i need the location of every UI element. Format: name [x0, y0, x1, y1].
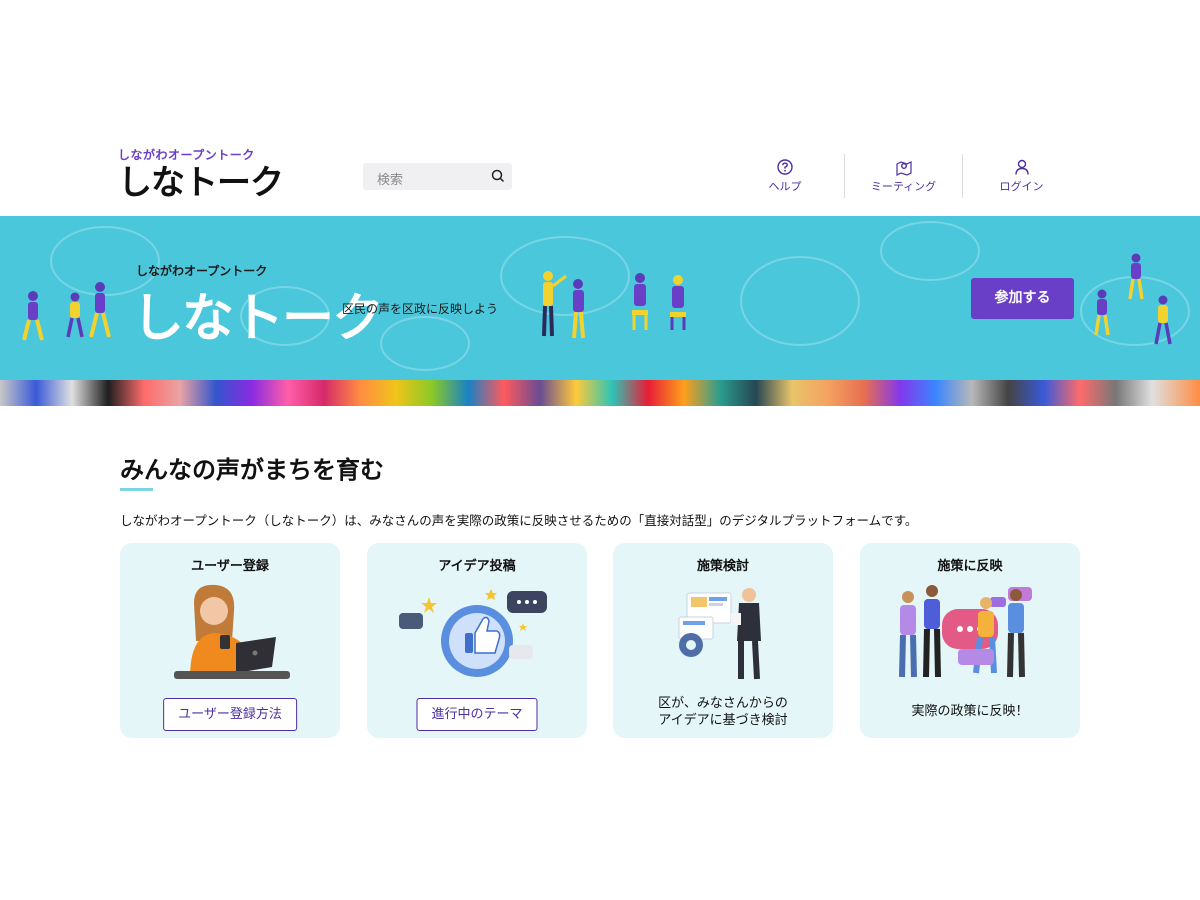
walking-person-illustration [1128, 253, 1144, 300]
search-input[interactable]: 検索 [377, 169, 403, 188]
walking-person-illustration [22, 291, 44, 341]
nav-help[interactable]: ヘルプ [726, 154, 844, 198]
step-card-post-idea: アイデア投稿 進行中のテーマ [367, 543, 587, 738]
nav-meeting[interactable]: ミーティング [844, 154, 962, 198]
speech-bubble-decoration [740, 256, 860, 346]
step-description-line: アイデアに基づき検討 [658, 713, 788, 728]
hero-banner: しながわオープントーク しなトーク 区民の声を区政に反映しよう 参加する [0, 216, 1200, 406]
search-box[interactable]: 検索 [363, 163, 512, 190]
walking-person-illustration [66, 292, 84, 338]
logo-subtitle: しながわオープントーク [118, 148, 255, 162]
celebrating-group-illustration [899, 585, 1032, 678]
header-nav: ヘルプ ミーティング ログイン [726, 154, 1080, 198]
person-laptop-illustration [174, 584, 290, 679]
colorful-stripe-decoration [0, 380, 1200, 406]
presenter-dashboard-illustration [678, 588, 761, 680]
nav-meeting-label: ミーティング [870, 180, 937, 193]
steps-cards: ユーザー登録 ユーザー登録方法 アイデア投稿 進行中のテーマ 施策検討 区が、み… [120, 543, 1080, 738]
step-card-reflect: 施策に反映 実際の政策に反映！ [860, 543, 1080, 738]
nav-login-label: ログイン [999, 180, 1044, 193]
section-title: みんなの声がまちを育む [120, 456, 384, 484]
speech-bubble-decoration [880, 221, 980, 281]
walking-person-illustration [1154, 295, 1172, 345]
nav-login[interactable]: ログイン [962, 154, 1080, 198]
logo-title: しなトーク [118, 163, 284, 203]
step-title: ユーザー登録 [191, 559, 269, 574]
register-guide-button[interactable]: ユーザー登録方法 [163, 698, 297, 731]
walking-person-illustration [89, 282, 111, 338]
search-icon[interactable] [490, 168, 506, 184]
pointing-people-illustration [542, 271, 585, 339]
step-title: アイデア投稿 [438, 559, 516, 574]
user-icon [1014, 159, 1029, 175]
seated-people-illustration [632, 273, 686, 330]
section-description: しながわオープントーク（しなトーク）は、みなさんの声を実際の政策に反映させるため… [120, 513, 918, 528]
nav-help-label: ヘルプ [768, 180, 802, 193]
step-card-review: 施策検討 区が、みなさんからの アイデアに基づき検討 [613, 543, 833, 738]
speech-bubble-decoration [380, 316, 470, 371]
join-button[interactable]: 参加する [971, 278, 1074, 319]
step-description-line: 区が、みなさんからの [658, 696, 788, 711]
banner-tagline: 区民の声を区政に反映しよう [342, 302, 499, 316]
step-title: 施策検討 [696, 559, 749, 574]
walking-person-illustration [1094, 289, 1110, 336]
title-underline [120, 488, 153, 491]
thumbs-up-chat-illustration [399, 589, 547, 677]
step-description: 区が、みなさんからの アイデアに基づき検討 [613, 695, 833, 729]
site-header: しながわオープントーク しなトーク 検索 ヘルプ ミーティング ログイン [0, 140, 1200, 216]
help-circle-icon [777, 159, 793, 175]
ongoing-themes-button[interactable]: 進行中のテーマ [416, 698, 538, 731]
step-description: 実際の政策に反映！ [911, 704, 1029, 719]
map-pin-icon [895, 161, 912, 176]
step-card-register: ユーザー登録 ユーザー登録方法 [120, 543, 340, 738]
site-logo[interactable]: しながわオープントーク しなトーク [118, 146, 284, 203]
step-title: 施策に反映 [937, 559, 1003, 574]
